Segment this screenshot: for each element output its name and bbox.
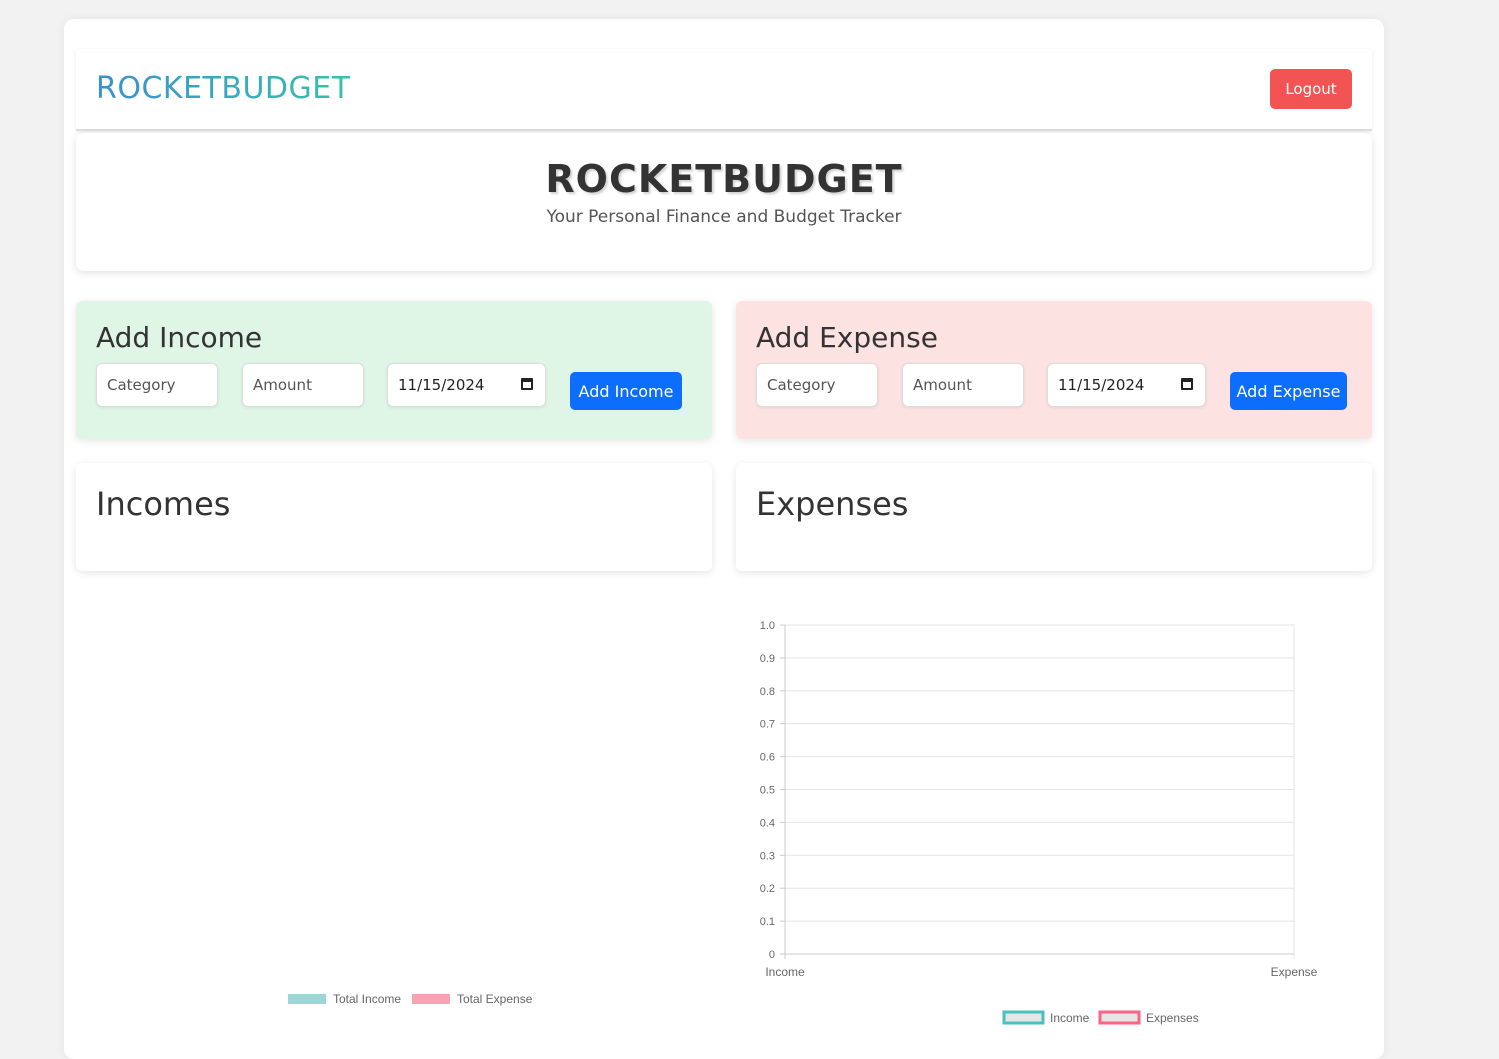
legend-swatch-total-expense[interactable]: [412, 994, 450, 1004]
pie-chart-legend: Total Income Total Expense: [288, 992, 588, 1008]
expense-date-input[interactable]: 11/15/2024: [1047, 363, 1206, 407]
y-tick-label: 0.6: [760, 752, 775, 764]
logout-button[interactable]: Logout: [1270, 69, 1352, 109]
y-tick-label: 0.4: [760, 817, 775, 829]
add-income-heading: Add Income: [96, 321, 263, 354]
legend-swatch-income: [1002, 1010, 1045, 1025]
calendar-icon[interactable]: [521, 378, 533, 390]
legend-label-expenses: Expenses: [1146, 1011, 1199, 1025]
expense-amount-input[interactable]: Amount: [902, 363, 1024, 407]
bar-chart: 0 0.1 0.2 0.3 0.4 0.5 0.6 0.7 0.8 0.9 1.0 Income Exp…: [760, 620, 1318, 1025]
expenses-heading: Expenses: [756, 485, 909, 523]
x-tick-label: Expense: [1271, 965, 1318, 979]
hero-banner: ROCKETBUDGET Your Personal Finance and B…: [76, 133, 1372, 271]
add-expense-button[interactable]: Add Expense: [1230, 372, 1347, 410]
y-tick-label: 0.5: [760, 785, 775, 797]
legend-swatch-expenses: [1098, 1010, 1141, 1025]
page-title: ROCKETBUDGET: [545, 157, 903, 201]
legend-label-total-income[interactable]: Total Income: [333, 992, 401, 1006]
income-amount-input[interactable]: Amount: [242, 363, 364, 407]
expenses-list-card: Expenses: [736, 463, 1372, 571]
y-tick-label: 0.1: [760, 916, 775, 928]
brand-logo[interactable]: ROCKETBUDGET: [96, 71, 351, 106]
expense-category-input[interactable]: Category: [756, 363, 878, 407]
y-tick-label: 0.7: [760, 719, 775, 731]
y-tick-label: 0.8: [760, 686, 775, 698]
navbar: ROCKETBUDGET Logout: [76, 49, 1372, 131]
app-container: ROCKETBUDGET Logout ROCKETBUDGET Your Pe…: [64, 19, 1384, 1059]
x-tick-label: Income: [765, 965, 805, 979]
legend-swatch-total-income[interactable]: [288, 994, 326, 1004]
legend-label-income: Income: [1050, 1011, 1090, 1025]
y-tick-label: 1.0: [760, 620, 775, 632]
add-income-card: Add Income Category Amount 11/15/2024 Ad…: [76, 301, 712, 439]
y-tick-label: 0.3: [760, 850, 775, 862]
income-date-value: 11/15/2024: [398, 376, 485, 394]
y-tick-label: 0: [769, 949, 775, 961]
incomes-list-card: Incomes: [76, 463, 712, 571]
calendar-icon[interactable]: [1181, 378, 1193, 390]
page-subtitle: Your Personal Finance and Budget Tracker: [546, 207, 902, 227]
add-expense-card: Add Expense Category Amount 11/15/2024 A…: [736, 301, 1372, 439]
income-category-input[interactable]: Category: [96, 363, 218, 407]
expense-date-value: 11/15/2024: [1058, 376, 1145, 394]
y-tick-label: 0.2: [760, 883, 775, 895]
legend-label-total-expense[interactable]: Total Expense: [457, 992, 532, 1006]
add-income-button[interactable]: Add Income: [570, 372, 682, 410]
add-expense-heading: Add Expense: [756, 321, 938, 354]
y-tick-label: 0.9: [760, 653, 775, 665]
income-date-input[interactable]: 11/15/2024: [387, 363, 546, 407]
incomes-heading: Incomes: [96, 485, 231, 523]
